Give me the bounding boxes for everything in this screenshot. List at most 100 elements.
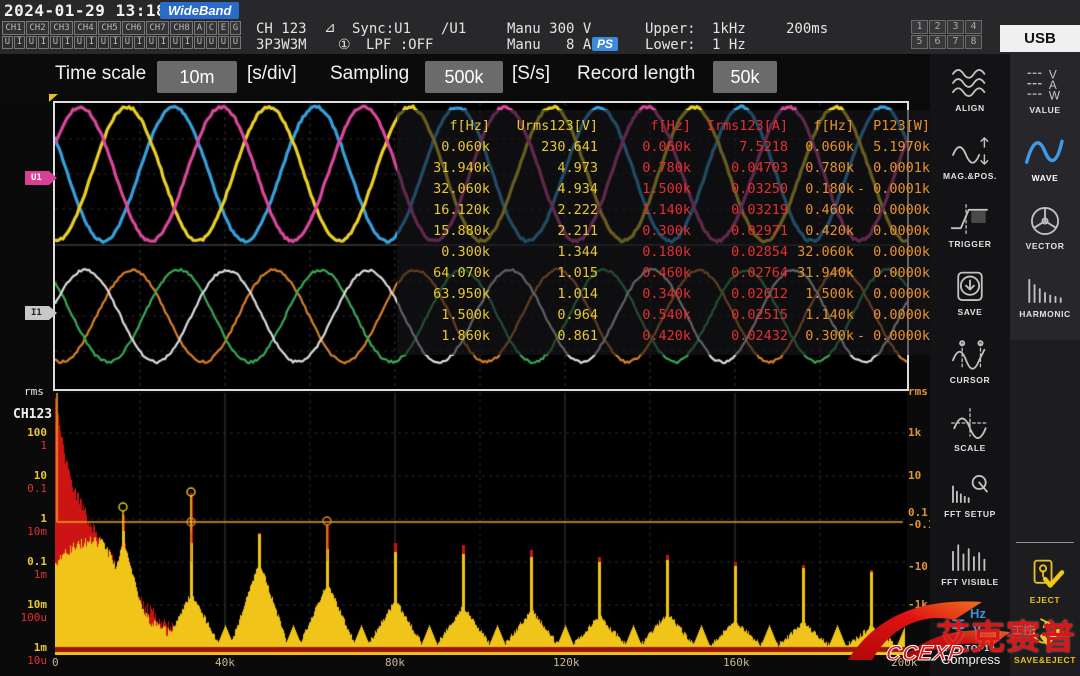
table-cell: 0.04703 [691, 158, 788, 179]
table-cell: 0.02432 [691, 326, 788, 347]
fft-left-tick-red: 10u [13, 654, 47, 667]
sidebar-item-save-eject[interactable]: SAVE&EJECT [1010, 618, 1080, 665]
sidebar-item-cursor[interactable]: CURSOR [930, 338, 1010, 385]
fft-x-tick: 80k [385, 656, 405, 669]
fft-left-tick-red: 100u [13, 611, 47, 624]
table-cell: 0.861 [490, 326, 598, 347]
table-row: 1.860k0.8610.420k0.024320.300k- 0.0000k [400, 326, 930, 347]
table-row: 32.060k4.9341.500k0.032500.180k- 0.0001k [400, 179, 930, 200]
table-cell: 1.014 [490, 284, 598, 305]
table-cell: 0.03250 [691, 179, 788, 200]
page-grid: 1234 5678 [911, 20, 985, 50]
table-cell: 2.222 [490, 200, 598, 221]
table-cell: 0.02971 [691, 221, 788, 242]
header-bar: 2024-01-29 13:18:45 WideBand CH1UICH2UIC… [0, 0, 1080, 54]
page-button-4[interactable]: 4 [965, 20, 982, 34]
channel-indicator-ch7: CH7UI [146, 21, 169, 49]
fft-x-tick: 40k [215, 656, 235, 669]
table-cell: 0.0000k [854, 305, 930, 326]
table-cell: 7.5218 [691, 137, 788, 158]
page-button-6[interactable]: 6 [929, 35, 946, 49]
sidebar-item-eject[interactable]: EJECT [1010, 558, 1080, 605]
table-header-cell: Urms123[V] [490, 116, 598, 137]
table-cell: - 0.0000k [854, 326, 930, 347]
fftsetup-icon [947, 472, 993, 506]
sidebar-item-scale[interactable]: SCALE [930, 406, 1010, 453]
fft-left-rms-label: rms [24, 385, 44, 398]
table-cell: 0.060k [400, 137, 490, 158]
sidebar-item-align-label: ALIGN [930, 103, 1010, 113]
sidebar-item-save-label: SAVE [930, 307, 1010, 317]
sidebar-item-value[interactable]: VAWVALUE [1010, 68, 1080, 115]
table-cell: 4.973 [490, 158, 598, 179]
sidebar-item-save[interactable]: SAVE [930, 270, 1010, 317]
vector-icon [1022, 204, 1068, 238]
harmonic-icon [1022, 272, 1068, 306]
toolbar: Time scale 10m [s/div] Sampling 500k [S/… [0, 54, 930, 101]
sidebar-item-harmonic[interactable]: HARMONIC [1010, 272, 1080, 319]
page-button-3[interactable]: 3 [947, 20, 964, 34]
page-button-2[interactable]: 2 [929, 20, 946, 34]
sampling-button[interactable]: 500k [425, 61, 503, 93]
table-cell: 1.500k [400, 305, 490, 326]
record-length-label: Record length [577, 63, 695, 85]
time-scale-unit: [s/div] [247, 63, 297, 85]
sidebar-item-vector[interactable]: VECTOR [1010, 204, 1080, 251]
sidebar-item-fft-top10[interactable]: HzVFFT TOP10 [930, 606, 1010, 653]
table-cell: 0.300k [598, 221, 691, 242]
align-icon [947, 66, 993, 100]
interval-label: 200ms [786, 21, 828, 37]
sidebar-item-eject-label: EJECT [1010, 595, 1080, 605]
table-header-cell: Irms123[A] [691, 116, 788, 137]
table-cell: 64.070k [400, 263, 490, 284]
ps-badge: PS [592, 37, 618, 51]
sidebar-item-wave[interactable]: WAVE [1010, 136, 1080, 183]
table-cell: 0.0000k [854, 221, 930, 242]
table-cell: 32.060k [788, 242, 854, 263]
table-cell: 31.940k [788, 263, 854, 284]
table-row: 15.880k2.2110.300k0.029710.420k0.0000k [400, 221, 930, 242]
record-length-button[interactable]: 50k [713, 61, 777, 93]
table-header-cell: P123[W] [854, 116, 930, 137]
time-scale-button[interactable]: 10m [157, 61, 237, 93]
table-header-cell: f[Hz] [788, 116, 854, 137]
table-cell: 1.015 [490, 263, 598, 284]
page-button-7[interactable]: 7 [947, 35, 964, 49]
sidebar-item-mag-pos-[interactable]: MAG.&POS. [930, 134, 1010, 181]
fft-left-tick-red: 1 [13, 439, 47, 452]
wave-icon [1022, 136, 1068, 170]
page-button-5[interactable]: 5 [911, 35, 928, 49]
sidebar-item-align[interactable]: ALIGN [930, 66, 1010, 113]
channel-indicator-ch6: CH6UI [122, 21, 145, 49]
table-cell: 0.0000k [854, 263, 930, 284]
fft-right-rms-label: rms [908, 385, 928, 398]
table-cell: 1.140k [598, 200, 691, 221]
page-button-8[interactable]: 8 [965, 35, 982, 49]
table-cell: 1.860k [400, 326, 490, 347]
sync-label: Sync:U1 [352, 21, 411, 37]
compress-label[interactable]: Compress [941, 652, 1000, 667]
fft-left-tick-red: 0.1 [13, 482, 47, 495]
sidebar-item-fft-visible[interactable]: FFT VISIBLE [930, 540, 1010, 587]
fft-right-tick: 10 [908, 469, 921, 482]
table-cell: 0.540k [598, 305, 691, 326]
sidebar-divider [1016, 542, 1074, 543]
table-cell: 0.060k [598, 137, 691, 158]
table-cell: 0.300k [400, 242, 490, 263]
page-button-1[interactable]: 1 [911, 20, 928, 34]
time-scale-label: Time scale [55, 63, 146, 85]
table-cell: 0.460k [788, 200, 854, 221]
sidebar-item-fft-setup[interactable]: FFT SETUP [930, 472, 1010, 519]
table-cell: 0.420k [788, 221, 854, 242]
wideband-badge: WideBand [160, 2, 239, 19]
table-cell: 0.0000k [854, 242, 930, 263]
eject2-icon [1022, 618, 1068, 652]
harmonic-readout-table: f[Hz]Urms123[V]f[Hz]Irms123[A]f[Hz]P123[… [397, 110, 933, 355]
table-cell: 0.964 [490, 305, 598, 326]
table-cell: 0.0000k [854, 200, 930, 221]
table-cell: 0.180k [788, 179, 854, 200]
sidebar-item-trigger[interactable]: TRIGGER [930, 202, 1010, 249]
lower-band-label: Lower: [645, 37, 696, 53]
eject-icon [1022, 558, 1068, 592]
table-row: 0.060k230.6410.060k7.52180.060k5.1970k [400, 137, 930, 158]
